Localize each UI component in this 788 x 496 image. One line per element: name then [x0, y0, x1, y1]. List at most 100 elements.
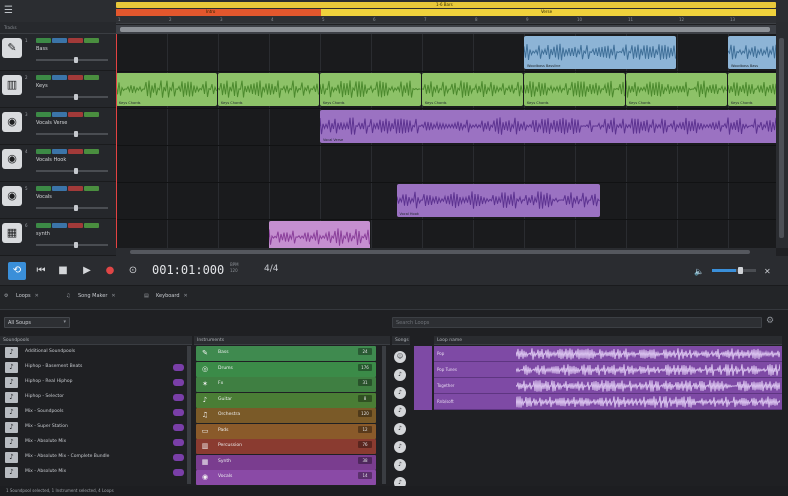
tab-loops[interactable]: ⚙ Loops ✕ [4, 293, 39, 299]
timecode-display[interactable]: 001:01:000 [152, 263, 224, 277]
overview-scroll-thumb[interactable] [120, 27, 770, 32]
song-select-button[interactable]: ♪ [394, 369, 406, 381]
time-signature[interactable]: 4/4 [264, 264, 278, 274]
track-volume-handle[interactable] [74, 242, 78, 248]
soundpool-item[interactable]: ♪ Mix - Absolute Mix [3, 466, 186, 479]
track-volume-slider[interactable] [36, 131, 108, 137]
audio-clip[interactable]: Keys Chords [626, 73, 727, 106]
track-rec-button[interactable] [84, 186, 99, 191]
track-volume-slider[interactable] [36, 94, 108, 100]
audio-clip[interactable]: Keys Chords [320, 73, 421, 106]
loop-search-input[interactable]: Search Loops [392, 317, 762, 328]
play-button[interactable]: ▶ [78, 262, 96, 280]
track-header[interactable]: ◉ 4 Vocals Hook [0, 145, 116, 182]
audio-clip[interactable]: Woodbass Bass [728, 36, 778, 69]
vertical-scroll-thumb[interactable] [779, 38, 784, 238]
instrument-item[interactable]: ▥ Percussion 76 [196, 439, 376, 454]
track-volume-handle[interactable] [74, 57, 78, 63]
loop-row[interactable]: Together [434, 378, 782, 394]
instrument-item[interactable]: ◎ Drums 176 [196, 361, 376, 377]
audio-clip[interactable]: Vocal Verse [320, 110, 778, 143]
master-volume-slider[interactable] [712, 267, 756, 274]
track-fx-button[interactable] [68, 186, 83, 191]
track-header[interactable]: ◉ 5 Vocals [0, 182, 116, 219]
track-fx-button[interactable] [68, 223, 83, 228]
song-select-button[interactable]: ♪ [394, 405, 406, 417]
track-name[interactable]: Vocals Hook [36, 157, 66, 163]
song-select-button[interactable]: ♪ [394, 459, 406, 471]
instrument-item[interactable]: ♫ Orchestra 120 [196, 408, 376, 423]
audio-clip[interactable]: Keys Chords [524, 73, 625, 106]
soundpool-item[interactable]: ♪ Mix - Super Station [3, 421, 186, 434]
rewind-button[interactable]: ⏮ [32, 262, 50, 280]
loop-toggle-button[interactable]: ⟲ [8, 262, 26, 280]
instrument-item[interactable]: ♪ Guitar 8 [196, 392, 376, 408]
close-icon[interactable]: ✕ [35, 293, 39, 299]
track-name[interactable]: Keys [36, 83, 48, 89]
gear-icon[interactable]: ⚙ [766, 316, 774, 326]
track-fx-button[interactable] [68, 75, 83, 80]
close-icon[interactable]: ✕ [111, 293, 115, 299]
track-rec-button[interactable] [84, 112, 99, 117]
track-solo-button[interactable] [52, 186, 67, 191]
track-volume-slider[interactable] [36, 242, 108, 248]
instrument-item[interactable]: ✎ Bass 24 [196, 346, 376, 361]
track-mute-button[interactable] [36, 223, 51, 228]
track-volume-handle[interactable] [74, 131, 78, 137]
track-mute-button[interactable] [36, 75, 51, 80]
instrument-item[interactable]: ◉ Vocals 14 [196, 470, 376, 485]
audio-clip[interactable]: Vocal Hook [396, 184, 600, 217]
track-rec-button[interactable] [84, 75, 99, 80]
instrument-item[interactable]: ▦ Synth 38 [196, 454, 376, 470]
track-fx-button[interactable] [68, 38, 83, 43]
overview-scrollbar[interactable] [116, 25, 776, 34]
audio-clip[interactable]: Woodbass Bassline [524, 36, 676, 69]
tempo-display[interactable]: BPM 120 [230, 262, 239, 274]
track-mute-button[interactable] [36, 149, 51, 154]
audio-clip[interactable]: Keys Chords [218, 73, 319, 106]
track-solo-button[interactable] [52, 223, 67, 228]
loop-row[interactable]: Pop [434, 346, 782, 362]
close-icon[interactable]: ✕ [184, 293, 188, 299]
loop-row[interactable]: Rnb/soft [434, 394, 782, 410]
instrument-item[interactable]: ▭ Pads 12 [196, 423, 376, 439]
menu-icon[interactable]: ☰ [4, 5, 18, 17]
track-fx-button[interactable] [68, 112, 83, 117]
track-header[interactable]: ▥ 2 Keys [0, 71, 116, 108]
metronome-button[interactable]: ⊙ [124, 262, 142, 280]
track-volume-slider[interactable] [36, 168, 108, 174]
horizontal-scrollbar[interactable] [116, 248, 776, 256]
track-mute-button[interactable] [36, 186, 51, 191]
track-volume-slider[interactable] [36, 57, 108, 63]
marker-region-intro[interactable] [116, 9, 321, 16]
track-volume-handle[interactable] [74, 168, 78, 174]
audio-clip[interactable]: Keys Chords [116, 73, 217, 106]
vertical-scrollbar[interactable] [776, 22, 788, 248]
track-name[interactable]: Vocals [36, 194, 52, 200]
soundpool-item[interactable]: ♪ Mix - Soundpools [3, 406, 186, 419]
audio-clip[interactable]: Keys Chords [422, 73, 523, 106]
track-mute-button[interactable] [36, 38, 51, 43]
soundpool-item[interactable]: ♪ Hiphop - Basement Beats [3, 361, 186, 374]
soundpool-scrollbar[interactable] [187, 346, 191, 484]
track-fx-button[interactable] [68, 149, 83, 154]
arrangement-area[interactable]: Woodbass Bassline Woodbass Bass Keys Chord… [116, 34, 778, 254]
track-mute-button[interactable] [36, 112, 51, 117]
loop-range-bar[interactable]: 1-6 Bars [116, 2, 776, 8]
soundpool-filter-select[interactable]: All Soups [4, 317, 70, 328]
playhead[interactable] [116, 34, 117, 248]
loop-row[interactable]: Pop Tunes [434, 362, 782, 378]
track-volume-handle[interactable] [74, 205, 78, 211]
bar-ruler[interactable]: 1 2 3 4 5 6 7 8 9 10 11 12 13 [116, 16, 776, 24]
track-name[interactable]: Bass [36, 46, 48, 52]
marker-bar[interactable]: Intro Verse [116, 9, 776, 16]
master-volume-handle[interactable] [738, 267, 743, 274]
instrument-scrollbar[interactable] [382, 346, 386, 484]
track-solo-button[interactable] [52, 38, 67, 43]
soundpool-item[interactable]: ♪ Mix - Absolute Mix - Complete Bundle [3, 451, 186, 464]
track-name[interactable]: synth [36, 231, 50, 237]
track-header[interactable]: ▦ 6 synth [0, 219, 116, 256]
track-solo-button[interactable] [52, 75, 67, 80]
audio-clip[interactable]: Keys Chords [728, 73, 778, 106]
track-rec-button[interactable] [84, 223, 99, 228]
